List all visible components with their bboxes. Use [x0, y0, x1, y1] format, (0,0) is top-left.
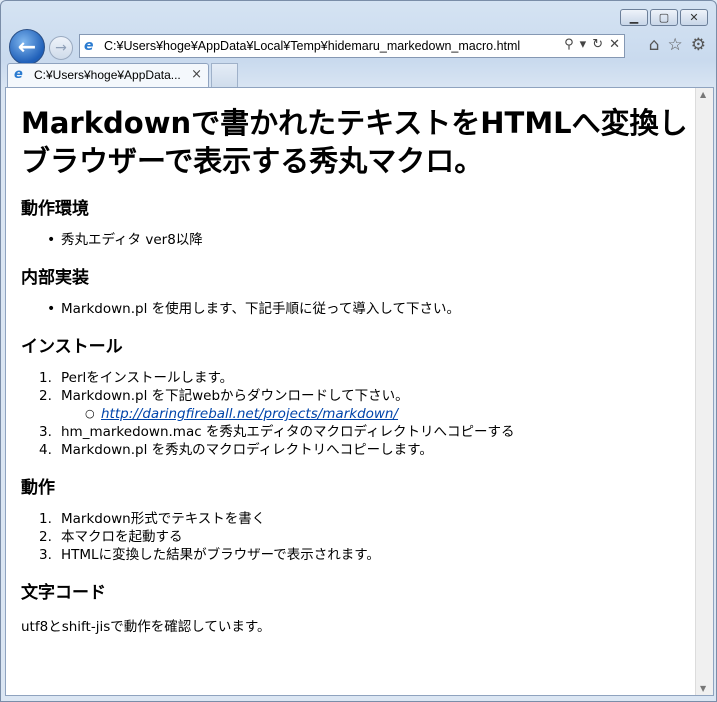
list-item: 4. Markdown.pl を秀丸のマクロディレクトリへコピーします。 [39, 442, 433, 458]
browser-tools: ⌂ ☆ ⚙ [649, 35, 706, 55]
window-controls: ▁ ▢ ✕ [620, 9, 708, 26]
forward-button[interactable]: → [49, 36, 73, 60]
dropdown-icon[interactable]: ▾ [580, 37, 587, 52]
close-window-button[interactable]: ✕ [680, 9, 708, 26]
sub-list-item: http://daringfireball.net/projects/markd… [21, 405, 693, 423]
browser-window: ▁ ▢ ✕ ← → e C:¥Users¥hoge¥AppData¥Local¥… [0, 0, 717, 702]
section-heading-action: 動作 [21, 478, 55, 498]
scroll-down-icon[interactable]: ▼ [700, 684, 706, 693]
list-item: 1. Perlをインストールします。 [39, 370, 234, 386]
forward-arrow-icon: → [55, 40, 67, 56]
list-item: 2. 本マクロを起動する [39, 529, 183, 545]
list-item: 3. HTMLに変換した結果がブラウザーで表示されます。 [39, 547, 380, 563]
address-bar[interactable]: e C:¥Users¥hoge¥AppData¥Local¥Temp¥hidem… [79, 34, 625, 58]
settings-gear-icon[interactable]: ⚙ [691, 35, 706, 55]
tab-active[interactable]: e C:¥Users¥hoge¥AppData... × [7, 63, 209, 87]
install-list: 1. Perlをインストールします。 2. Markdown.pl を下記webから… [21, 369, 693, 459]
impl-list: Markdown.pl を使用します、下記手順に従って導入して下さい。 [21, 300, 693, 318]
markdown-link[interactable]: http://daringfireball.net/projects/markd… [101, 406, 398, 422]
list-item: 1. Markdown形式でテキストを書く [39, 511, 266, 527]
back-arrow-icon: ← [17, 34, 37, 60]
favorites-star-icon[interactable]: ☆ [668, 35, 683, 55]
ie-page-icon: e [84, 38, 94, 54]
minimize-button[interactable]: ▁ [620, 9, 648, 26]
search-icon[interactable]: ⚲ [564, 37, 574, 52]
url-text[interactable]: C:¥Users¥hoge¥AppData¥Local¥Temp¥hidemar… [104, 39, 520, 53]
page-viewport: Markdownで書かれたテキストをHTMLへ変換しブラウザーで表示する秀丸マク… [5, 87, 714, 696]
refresh-icon[interactable]: ↻ [592, 37, 603, 52]
list-item: 3. hm_markedown.mac を秀丸エディタのマクロディレクトリへコピー… [39, 424, 515, 440]
tab-label: C:¥Users¥hoge¥AppData... [34, 68, 181, 82]
new-tab-button[interactable] [211, 63, 238, 87]
ie-tab-icon: e [14, 67, 23, 82]
list-item: 2. Markdown.pl を下記webからダウンロードして下さい。 [39, 388, 409, 404]
back-button[interactable]: ← [9, 29, 45, 65]
page-title: Markdownで書かれたテキストをHTMLへ変換しブラウザーで表示する秀丸マク… [21, 106, 688, 178]
list-item: 秀丸エディタ ver8以降 [21, 231, 693, 249]
section-heading-charset: 文字コード [21, 583, 106, 603]
tab-close-icon[interactable]: × [191, 67, 202, 82]
home-icon[interactable]: ⌂ [649, 35, 660, 55]
action-list: 1. Markdown形式でテキストを書く 2. 本マクロを起動する 3. HTMLに… [21, 510, 693, 564]
vertical-scrollbar[interactable]: ▲ ▼ [695, 88, 713, 695]
section-heading-env: 動作環境 [21, 199, 89, 219]
scroll-up-icon[interactable]: ▲ [700, 90, 706, 99]
tab-bar: e C:¥Users¥hoge¥AppData... × [1, 63, 716, 87]
address-tools: ⚲ ▾ ↻ ✕ [564, 37, 620, 52]
close-icon[interactable]: ✕ [609, 37, 620, 52]
section-heading-install: インストール [21, 337, 123, 357]
charset-text: utf8とshift-jisで動作を確認しています。 [21, 619, 271, 635]
env-list: 秀丸エディタ ver8以降 [21, 231, 693, 249]
maximize-button[interactable]: ▢ [650, 9, 678, 26]
document: Markdownで書かれたテキストをHTMLへ変換しブラウザーで表示する秀丸マク… [21, 88, 693, 635]
list-item: Markdown.pl を使用します、下記手順に従って導入して下さい。 [21, 300, 693, 318]
section-heading-impl: 内部実装 [21, 268, 89, 288]
